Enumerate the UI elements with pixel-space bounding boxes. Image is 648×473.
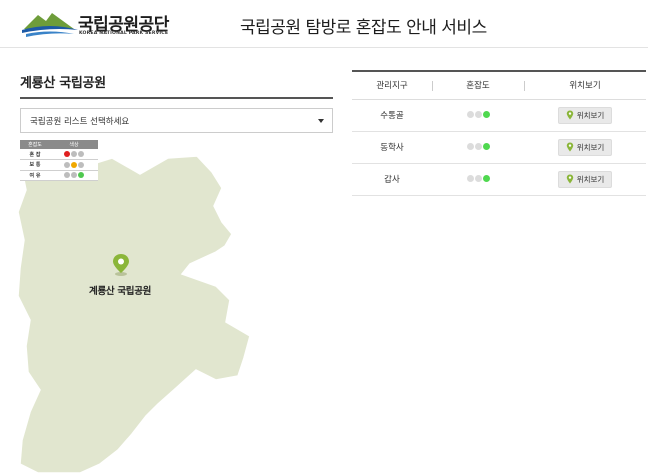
legend-dot-icon: [63, 150, 70, 157]
legend-dots: [50, 159, 98, 171]
district-table: 관리지구 혼잡도 위치보기 수통골 위치보기 동학사 위치보기 갑사 위치보기: [352, 70, 646, 196]
legend-label: 혼 잡: [20, 149, 50, 160]
congestion-legend: 혼잡도 색상 혼 잡 보 통 여 유: [20, 140, 98, 181]
status-dot-icon: [474, 143, 482, 150]
congestion-indicator: [432, 99, 524, 132]
legend-dot-icon: [70, 161, 77, 168]
table-row: 동학사 위치보기: [352, 131, 646, 164]
legend-header-color: 색상: [50, 140, 98, 149]
legend-dots: [50, 170, 98, 181]
park-select[interactable]: 국립공원 리스트 선택하세요: [20, 108, 333, 133]
legend-dot-icon: [70, 172, 77, 178]
status-dot-icon: [466, 175, 474, 182]
legend-dot-icon: [63, 161, 70, 168]
legend-dot-icon: [77, 150, 84, 157]
app-header: 국립공원공단 KOREA NATIONAL PARK SERVICE 국립공원 …: [0, 0, 648, 48]
chevron-down-icon: [318, 119, 324, 123]
district-name: 동학사: [352, 131, 432, 164]
status-dot-icon: [482, 175, 490, 182]
congestion-indicator: [432, 163, 524, 196]
legend-dot-icon: [77, 172, 84, 178]
status-dot-icon: [482, 111, 490, 118]
knps-mountain-icon: [22, 13, 78, 37]
location-pin-icon: [566, 174, 573, 184]
status-dot-icon: [474, 175, 482, 182]
knps-logo[interactable]: 국립공원공단 KOREA NATIONAL PARK SERVICE: [22, 9, 172, 39]
status-dot-icon: [466, 143, 474, 150]
legend-row-relaxed: 여 유: [20, 170, 98, 181]
column-header-location: 위치보기: [524, 70, 646, 100]
view-location-label: 위치보기: [576, 110, 605, 120]
map-park-label: 계룡산 국립공원: [89, 286, 152, 297]
park-map-region: [17, 154, 251, 473]
district-name: 갑사: [352, 163, 432, 196]
district-name: 수통골: [352, 99, 432, 132]
logo-subtitle: KOREA NATIONAL PARK SERVICE: [79, 31, 169, 36]
legend-dot-icon: [70, 150, 77, 157]
park-heading: 계룡산 국립공원: [20, 76, 106, 91]
legend-label: 보 통: [20, 159, 50, 171]
park-map: [17, 154, 251, 473]
view-location-label: 위치보기: [576, 142, 605, 152]
park-select-value: 국립공원 리스트 선택하세요: [30, 117, 130, 127]
heading-divider: [20, 97, 333, 99]
column-header-congestion: 혼잡도: [432, 70, 524, 100]
column-header-district: 관리지구: [352, 70, 432, 100]
map-pin-icon[interactable]: [111, 253, 131, 277]
legend-header-level: 혼잡도: [20, 140, 50, 149]
table-row: 수통골 위치보기: [352, 99, 646, 132]
status-dot-icon: [466, 111, 474, 118]
legend-dot-icon: [63, 172, 70, 178]
service-title: 국립공원 탐방로 혼잡도 안내 서비스: [240, 18, 487, 38]
legend-dot-icon: [77, 161, 84, 168]
congestion-indicator: [432, 131, 524, 164]
location-cell: 위치보기: [524, 99, 646, 132]
table-row: 갑사 위치보기: [352, 163, 646, 196]
location-pin-icon: [566, 142, 573, 152]
view-location-label: 위치보기: [576, 174, 605, 184]
view-location-button[interactable]: 위치보기: [557, 170, 613, 188]
location-cell: 위치보기: [524, 163, 646, 196]
legend-row-normal: 보 통: [20, 159, 98, 171]
location-cell: 위치보기: [524, 131, 646, 164]
location-pin-icon: [566, 110, 573, 120]
legend-label: 여 유: [20, 170, 50, 181]
view-location-button[interactable]: 위치보기: [557, 138, 613, 156]
legend-row-crowded: 혼 잡: [20, 149, 98, 160]
view-location-button[interactable]: 위치보기: [557, 106, 613, 124]
status-dot-icon: [482, 143, 490, 150]
legend-dots: [50, 149, 98, 160]
status-dot-icon: [474, 111, 482, 118]
